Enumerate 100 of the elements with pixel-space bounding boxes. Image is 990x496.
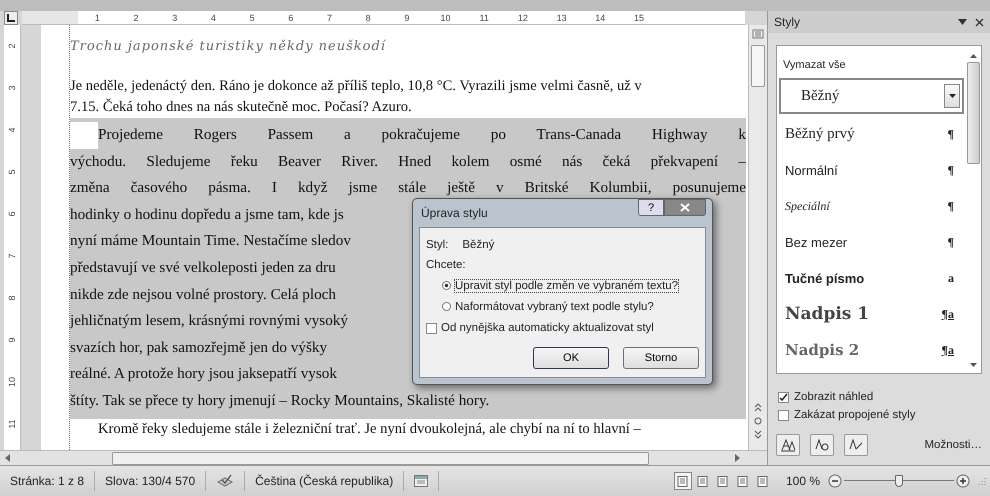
- options-link[interactable]: Možnosti…: [924, 439, 982, 451]
- previous-page-icon[interactable]: [753, 402, 763, 412]
- document-view-icon: [737, 476, 748, 486]
- ruler-number: 2: [6, 42, 18, 51]
- ruler-number: 5: [6, 168, 18, 177]
- close-icon[interactable]: [975, 18, 984, 26]
- text-line: nyní máme Mountain Time. Nestačíme sledov: [70, 231, 351, 252]
- ruler-number: 12: [516, 12, 529, 24]
- checkbox[interactable]: [426, 322, 437, 334]
- question-label: Chcete:: [426, 258, 467, 273]
- ruler-number: 13: [556, 12, 568, 24]
- scrollbar-thumb[interactable]: [751, 45, 765, 87]
- radio-button[interactable]: [442, 302, 451, 311]
- ruler-number: 3: [171, 12, 178, 24]
- ruler-number: 6: [6, 210, 18, 219]
- scroll-left-icon[interactable]: [4, 454, 12, 462]
- document-view-icon: [697, 476, 708, 486]
- ruler-number: 14: [594, 12, 606, 24]
- ruler-number: 11: [478, 12, 490, 24]
- language-indicator[interactable]: Čeština (Česká republika): [245, 471, 404, 491]
- text-line: Projedeme Rogers Passem a pokračujeme po Trans-Canada Highway k: [70, 122, 746, 149]
- text-line: nikde zde nejsou volné prostory. Celá ploch: [70, 284, 336, 305]
- radio-button[interactable]: [442, 281, 451, 290]
- ruler-number: 3: [6, 84, 18, 93]
- manage-styles-button[interactable]: [844, 434, 868, 456]
- checkbox-label[interactable]: Zakázat propojené styly: [794, 409, 916, 421]
- slider-thumb[interactable]: [895, 475, 903, 487]
- horizontal-scrollbar[interactable]: [0, 450, 767, 465]
- cancel-button[interactable]: Storno: [623, 347, 699, 369]
- view-button[interactable]: [674, 472, 692, 490]
- ruler-number: 4: [210, 12, 217, 24]
- style-item[interactable]: Tučné písmo a: [783, 260, 962, 296]
- ruler-number: 4: [6, 126, 18, 135]
- style-menu-button[interactable]: [944, 84, 960, 108]
- help-button[interactable]: ?: [638, 199, 664, 216]
- zoom-out-icon[interactable]: [828, 474, 842, 488]
- style-type-mark: ¶: [948, 162, 954, 178]
- style-item[interactable]: Běžný: [779, 78, 964, 114]
- style-type-mark: a: [948, 270, 954, 286]
- scrollbar-thumb[interactable]: [967, 62, 980, 164]
- scroll-up-icon[interactable]: [970, 54, 977, 58]
- text-line: představují ve své velkoleposti jeden za dru: [70, 258, 336, 278]
- checkbox[interactable]: [778, 410, 789, 420]
- style-name: Normální: [785, 162, 838, 178]
- style-name: Běžný: [801, 88, 840, 104]
- checkbox[interactable]: [778, 392, 789, 402]
- checkbox-label[interactable]: Zobrazit náhled: [794, 391, 874, 403]
- checkbox-label[interactable]: Od nynějška automaticky aktualizovat styl: [441, 322, 654, 334]
- ruler-number: 8: [6, 294, 18, 303]
- ruler-margin: [22, 11, 78, 24]
- resize-grip-icon[interactable]: [978, 477, 986, 485]
- zoom-in-icon[interactable]: [956, 474, 970, 488]
- dialog-title: Úprava stylu: [420, 206, 488, 220]
- browse-object-icon[interactable]: [753, 416, 763, 426]
- style-name: Nadpis 2: [785, 341, 860, 359]
- close-button[interactable]: [664, 199, 706, 216]
- text-line: hodinky o hodinu dopředu a jsme tam, kde js: [70, 204, 344, 225]
- scroll-right-icon[interactable]: [733, 454, 741, 462]
- zoom-level[interactable]: 100 %: [786, 474, 820, 488]
- macro-icon[interactable]: [414, 475, 428, 487]
- document-heading: Trochu japonské turistiky někdy neuškodí: [70, 38, 387, 56]
- style-value: Běžný: [462, 239, 494, 251]
- close-icon: [680, 203, 690, 212]
- document-view-icon: [677, 476, 688, 486]
- ruler-number: 8: [364, 12, 372, 24]
- tab-stop-button[interactable]: [4, 11, 18, 25]
- text-line: jehličnatým lesem, krásnými rovnými vysoký: [70, 311, 348, 332]
- ok-button[interactable]: OK: [533, 347, 609, 369]
- style-item[interactable]: Nadpis 1 ¶a: [783, 296, 962, 332]
- style-item[interactable]: Normální ¶: [783, 152, 962, 188]
- style-inspector-button[interactable]: [810, 434, 834, 456]
- caret-icon: [948, 94, 956, 98]
- scrollbar-thumb[interactable]: [112, 452, 649, 464]
- style-item[interactable]: Bez mezer ¶: [783, 224, 962, 260]
- scroll-down-icon[interactable]: [970, 363, 977, 367]
- text-line: východu. Sledujeme řeku Beaver River. Hned kolem osmé nás čeká překvapení –: [70, 152, 746, 172]
- new-style-button[interactable]: [776, 434, 800, 456]
- style-type-mark: ¶: [948, 198, 954, 214]
- document-view-icon: [717, 476, 728, 486]
- radio-label[interactable]: Naformátovat vybraný text podle stylu?: [455, 300, 654, 312]
- page-count[interactable]: Stránka: 1 z 8: [0, 471, 96, 491]
- style-item[interactable]: Nadpis 2 ¶a: [783, 332, 962, 368]
- style-name: Speciální: [785, 198, 830, 214]
- ruler-number: 1: [94, 12, 101, 24]
- style-item[interactable]: Speciální ¶: [783, 188, 962, 224]
- ruler-number: 10: [6, 376, 18, 390]
- vertical-scrollbar[interactable]: [748, 25, 767, 450]
- radio-label[interactable]: Upravit styl podle změn ve vybraném textu?: [455, 280, 678, 292]
- word-count[interactable]: Slova: 130/4 570: [95, 471, 206, 491]
- ruler-toggle-icon[interactable]: [752, 29, 764, 39]
- clear-all-item[interactable]: Vymazat vše: [783, 52, 962, 78]
- style-name: Tučné písmo: [785, 270, 864, 286]
- book-check-icon[interactable]: [216, 474, 234, 488]
- next-page-icon[interactable]: [753, 430, 763, 440]
- dropdown-icon[interactable]: [958, 19, 967, 25]
- ruler-number: 10: [440, 12, 452, 24]
- ruler-number: 11: [6, 418, 18, 431]
- style-item[interactable]: Běžný prvý ¶: [783, 116, 962, 152]
- text-line: reálné. A protože hory jsou jaksepatří vysok: [70, 364, 337, 384]
- ruler-number: 5: [248, 12, 256, 24]
